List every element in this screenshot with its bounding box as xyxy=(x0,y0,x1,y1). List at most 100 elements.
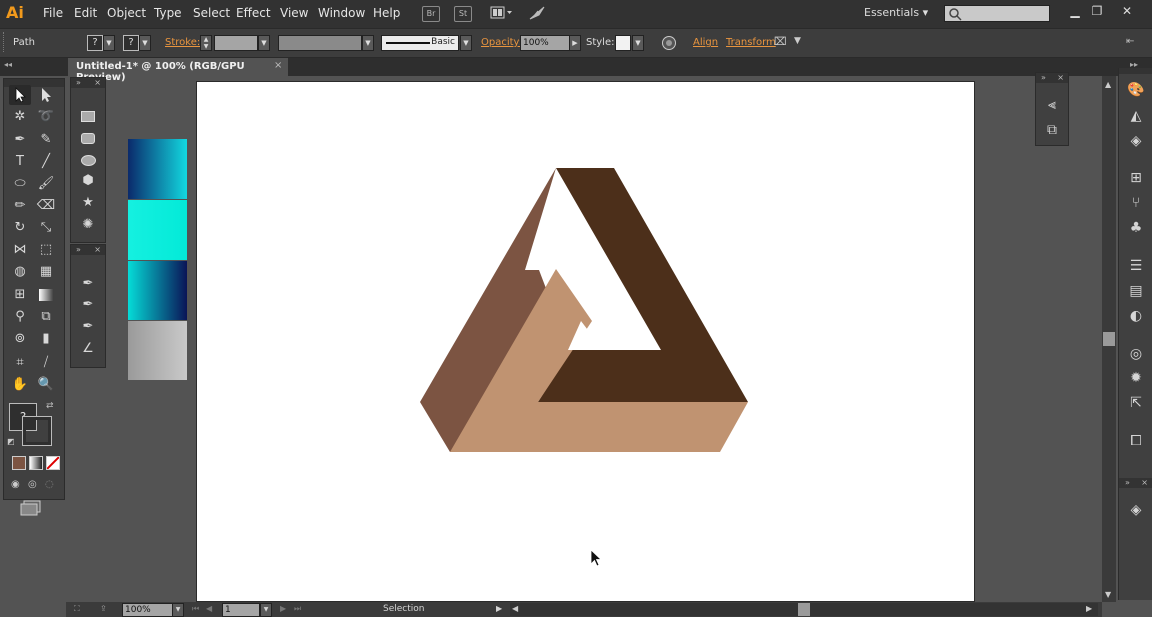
width-tool-icon[interactable]: ⋈ xyxy=(9,240,31,260)
graphic-styles-panel-icon[interactable]: ✹ xyxy=(1119,366,1152,390)
color-panel-icon[interactable]: 🎨 xyxy=(1119,78,1152,102)
penrose-triangle[interactable] xyxy=(197,82,974,601)
zoom-tool-icon[interactable]: 🔍 xyxy=(35,375,57,395)
menu-file[interactable]: File xyxy=(43,6,63,20)
search-input[interactable] xyxy=(944,5,1050,22)
stroke-panel-icon[interactable]: ☰ xyxy=(1119,254,1152,278)
gpu-performance-icon[interactable] xyxy=(528,5,546,24)
gradient-swatch-1[interactable] xyxy=(128,139,187,199)
perspective-grid-tool-icon[interactable]: ▦ xyxy=(35,262,57,282)
tearoff-header[interactable]: » × xyxy=(71,245,105,255)
panel-strip-grip[interactable] xyxy=(1119,68,1152,74)
stock-icon[interactable]: St xyxy=(454,6,472,22)
stroke-swatch[interactable]: ? xyxy=(123,35,139,51)
transform-panel-link[interactable]: Transform xyxy=(726,37,776,48)
collapse-icon[interactable]: » xyxy=(76,245,81,254)
swatches-panel-icon[interactable]: ⊞ xyxy=(1119,166,1152,190)
gradient-swatch-2[interactable] xyxy=(128,200,187,260)
zoom-level-field[interactable]: 100% xyxy=(122,603,174,617)
color-mode-button[interactable] xyxy=(12,456,26,470)
graphic-style-swatch[interactable] xyxy=(615,35,631,51)
expand-icon[interactable]: » xyxy=(1125,478,1130,487)
opacity-panel-link[interactable]: Opacity: xyxy=(481,37,522,48)
vertical-scroll-thumb[interactable] xyxy=(1103,332,1115,346)
bridge-icon[interactable]: Br xyxy=(422,6,440,22)
shape-builder-tool-icon[interactable]: ◍ xyxy=(9,262,31,282)
close-tab-icon[interactable]: × xyxy=(274,60,282,71)
appearance-panel-icon[interactable]: ◎ xyxy=(1119,342,1152,366)
draw-normal-icon[interactable]: ◉ xyxy=(11,479,20,490)
brush-dropdown[interactable]: ▼ xyxy=(460,35,472,51)
gpu-status-icon[interactable]: ⛶ xyxy=(74,604,80,614)
chevron-down-icon[interactable]: ▼ xyxy=(794,36,801,46)
anchor-point-tool-icon[interactable]: ∠ xyxy=(77,339,99,359)
magic-wand-tool-icon[interactable]: ✲ xyxy=(9,107,31,127)
draw-inside-icon[interactable]: ◌ xyxy=(45,479,54,490)
scroll-left-icon[interactable]: ◀ xyxy=(512,604,518,613)
eyedropper-tool-icon[interactable]: ⚲ xyxy=(9,307,31,327)
vertical-scrollbar[interactable]: ▲ ▼ xyxy=(1102,76,1116,602)
menu-object[interactable]: Object xyxy=(107,6,146,20)
isolate-object-icon[interactable]: ⌧ xyxy=(774,35,787,48)
panel-dock-header[interactable]: » × xyxy=(1036,73,1068,83)
close-icon[interactable]: × xyxy=(94,245,101,254)
menu-edit[interactable]: Edit xyxy=(74,6,97,20)
swap-fill-stroke-icon[interactable]: ⇄ xyxy=(46,401,54,411)
gradient-swatch-3[interactable] xyxy=(128,261,187,320)
color-guide-panel-icon[interactable]: ◭ xyxy=(1119,104,1152,128)
gradient-swatch-4[interactable] xyxy=(128,321,187,380)
workspace-switcher[interactable]: Essentials ▾ xyxy=(864,6,928,19)
curvature-tool-icon[interactable]: ✎ xyxy=(35,130,57,150)
delete-anchor-point-tool-icon[interactable]: ✒ xyxy=(77,317,99,337)
minimize-button[interactable]: ▁ xyxy=(1064,3,1086,19)
free-transform-tool-icon[interactable]: ⬚ xyxy=(35,240,57,260)
selection-tool-icon[interactable] xyxy=(9,85,31,105)
artboard-tool-icon[interactable]: ⌗ xyxy=(9,353,31,373)
blend-tool-icon[interactable]: ⧉ xyxy=(35,307,57,327)
scale-tool-icon[interactable]: ⤡ xyxy=(35,218,57,238)
menu-effect[interactable]: Effect xyxy=(236,6,271,20)
type-tool-icon[interactable]: T xyxy=(9,152,31,172)
restore-button[interactable]: ❐ xyxy=(1086,3,1108,19)
share-icon[interactable]: ⇪ xyxy=(100,604,107,613)
cc-libraries-panel-icon[interactable]: ◈ xyxy=(1119,129,1152,153)
line-segment-tool-icon[interactable]: ╱ xyxy=(35,152,57,172)
pencil-tool-icon[interactable]: ✏ xyxy=(9,196,31,216)
close-button[interactable]: ✕ xyxy=(1116,3,1138,19)
draw-behind-icon[interactable]: ◎ xyxy=(28,479,37,490)
triangle-right-face[interactable] xyxy=(538,168,748,402)
horizontal-scrollbar[interactable]: ◀ ▶ xyxy=(510,603,1098,616)
close-icon[interactable]: × xyxy=(94,78,101,87)
horizontal-scroll-thumb[interactable] xyxy=(798,603,810,616)
artboard-dropdown[interactable]: ▼ xyxy=(260,603,272,617)
tearoff-header[interactable]: » × xyxy=(71,78,105,88)
lasso-tool-icon[interactable]: ➰ xyxy=(35,107,57,127)
default-fill-stroke-icon[interactable]: ◩ xyxy=(7,437,15,446)
artboard-number-field[interactable]: 1 xyxy=(222,603,260,617)
close-icon[interactable]: × xyxy=(1141,478,1148,487)
flare-tool-icon[interactable]: ✺ xyxy=(77,215,99,235)
menu-type[interactable]: Type xyxy=(154,6,182,20)
stroke-panel-link[interactable]: Stroke: xyxy=(165,37,200,48)
polygon-tool-icon[interactable]: ⬢ xyxy=(77,171,99,191)
paintbrush-tool-icon[interactable]: 🖌 xyxy=(35,174,57,194)
fill-swatch[interactable]: ? xyxy=(87,35,103,51)
menu-help[interactable]: Help xyxy=(373,6,400,20)
add-anchor-point-tool-icon[interactable]: ✒ xyxy=(77,295,99,315)
last-artboard-icon[interactable]: ⏭ xyxy=(294,604,301,614)
variable-width-profile[interactable] xyxy=(278,35,362,51)
gradient-tool-icon[interactable] xyxy=(35,285,57,305)
expand-icon[interactable]: » xyxy=(1041,73,1046,82)
symbols-panel-icon[interactable]: ♣ xyxy=(1119,216,1152,240)
first-artboard-icon[interactable]: ⏮ xyxy=(192,604,199,614)
mesh-tool-icon[interactable]: ⊞ xyxy=(9,285,31,305)
recolor-artwork-icon[interactable] xyxy=(661,35,677,54)
column-graph-tool-icon[interactable]: ▮ xyxy=(35,329,57,349)
align-panel-link[interactable]: Align xyxy=(693,37,718,48)
stroke-weight-dropdown[interactable]: ▼ xyxy=(258,35,270,51)
scroll-up-icon[interactable]: ▲ xyxy=(1105,80,1111,89)
hand-tool-icon[interactable]: ✋ xyxy=(9,375,31,395)
collapse-icon[interactable]: » xyxy=(76,78,81,87)
gradient-panel-icon[interactable]: ▤ xyxy=(1119,279,1152,303)
rotate-tool-icon[interactable]: ↻ xyxy=(9,218,31,238)
